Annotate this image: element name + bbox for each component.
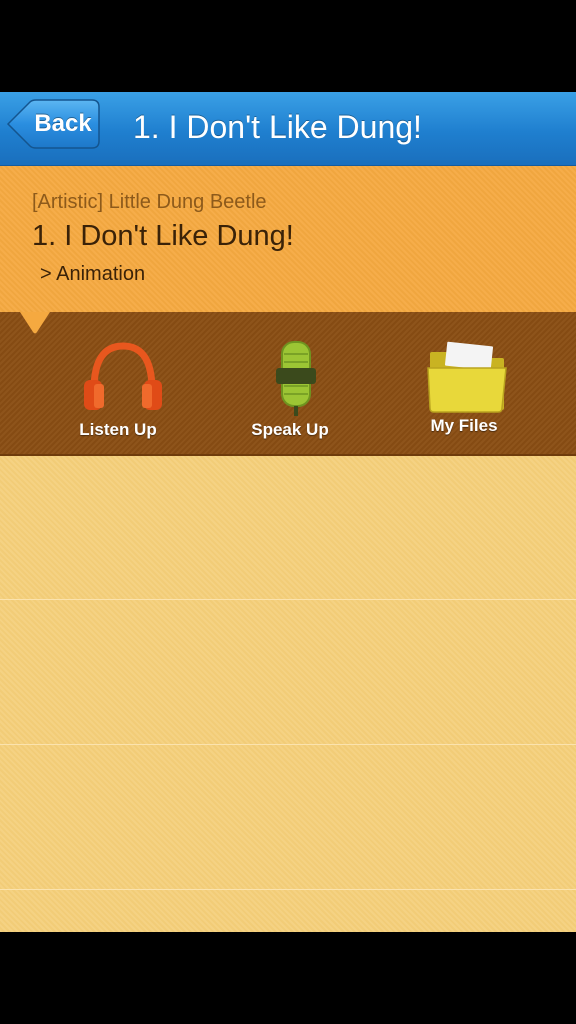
my-files-button[interactable]: My Files [404, 312, 524, 452]
speak-up-button[interactable]: Speak Up [230, 312, 350, 452]
status-bar-area [0, 0, 576, 92]
listen-up-button[interactable]: Listen Up [58, 312, 178, 452]
back-button-label: Back [34, 110, 92, 137]
page-title: 1. I Don't Like Dung! [133, 109, 422, 145]
folder-icon [427, 341, 507, 413]
my-files-label: My Files [430, 416, 498, 435]
episode-title: 1. I Don't Like Dung! [32, 220, 294, 252]
navigation-bar: Back 1. I Don't Like Dung! [0, 92, 576, 166]
back-button[interactable]: Back [6, 99, 100, 149]
episode-info-panel: [Artistic] Little Dung Beetle 1. I Don't… [0, 166, 576, 312]
listen-up-label: Listen Up [79, 420, 157, 439]
activity-toolbar: Listen Up Speak Up My Files [0, 312, 576, 456]
category-link[interactable]: > Animation [40, 263, 145, 286]
bottom-bar-area [0, 932, 576, 1024]
list-row [0, 456, 576, 600]
speak-up-label: Speak Up [251, 420, 329, 439]
list-row [0, 601, 576, 745]
series-name: [Artistic] Little Dung Beetle [32, 191, 267, 213]
panel-pointer [20, 312, 50, 334]
content-list [0, 456, 576, 932]
microphone-icon [276, 341, 316, 416]
list-row [0, 746, 576, 890]
headphones-icon [84, 342, 162, 410]
